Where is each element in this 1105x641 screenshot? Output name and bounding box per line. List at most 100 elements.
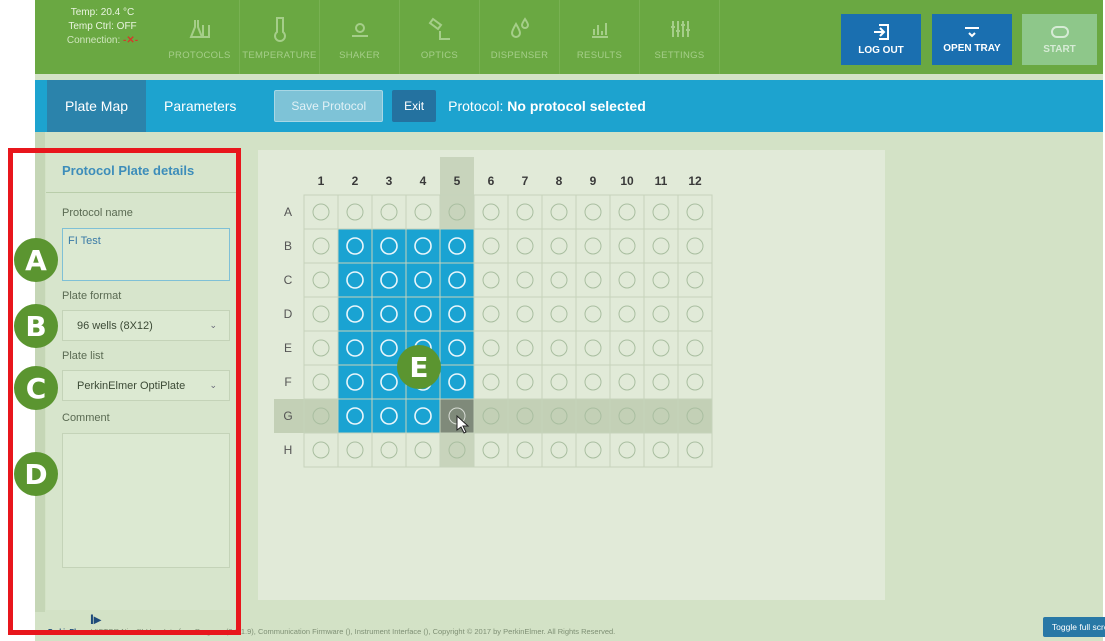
column-header[interactable]: 3 [386,174,393,188]
well-D12[interactable] [677,296,713,332]
nav-results[interactable]: RESULTS [560,0,640,74]
well-B1[interactable] [303,228,339,264]
well-B11[interactable] [643,228,679,264]
well-B5[interactable] [439,228,475,264]
column-header[interactable]: 2 [352,174,359,188]
column-header[interactable]: 9 [590,174,597,188]
row-header[interactable]: E [284,341,292,355]
well-B6[interactable] [473,228,509,264]
well-F1[interactable] [303,364,339,400]
column-header[interactable]: 11 [655,174,668,188]
open-tray-button[interactable]: OPEN TRAY [932,14,1012,65]
row-header[interactable]: G [283,409,292,423]
well-A7[interactable] [507,194,543,230]
well-H8[interactable] [541,432,577,468]
well-A2[interactable] [337,194,373,230]
plate-map[interactable]: 1 2 3 4 5 6 7 8 9 10 11 12ABCDEFGH [258,150,885,600]
row-header[interactable]: C [284,273,293,287]
well-E6[interactable] [473,330,509,366]
well-C3[interactable] [371,262,407,298]
column-header[interactable]: 4 [420,174,427,188]
well-E8[interactable] [541,330,577,366]
well-A11[interactable] [643,194,679,230]
well-A12[interactable] [677,194,713,230]
well-B7[interactable] [507,228,543,264]
well-H10[interactable] [609,432,645,468]
well-D4[interactable] [405,296,441,332]
start-button[interactable]: START [1022,14,1097,65]
row-header[interactable]: B [284,239,292,253]
row-header[interactable]: D [284,307,293,321]
well-H12[interactable] [677,432,713,468]
well-G2[interactable] [337,398,373,434]
well-H3[interactable] [371,432,407,468]
well-D7[interactable] [507,296,543,332]
well-H2[interactable] [337,432,373,468]
well-H6[interactable] [473,432,509,468]
well-F12[interactable] [677,364,713,400]
well-E12[interactable] [677,330,713,366]
well-E11[interactable] [643,330,679,366]
tab-plate-map[interactable]: Plate Map [47,80,147,132]
well-B4[interactable] [405,228,441,264]
well-F11[interactable] [643,364,679,400]
well-B12[interactable] [677,228,713,264]
row-header[interactable]: H [284,443,293,457]
column-header[interactable]: 8 [556,174,563,188]
exit-button[interactable]: Exit [392,90,437,122]
well-F2[interactable] [337,364,373,400]
well-E2[interactable] [337,330,373,366]
well-H11[interactable] [643,432,679,468]
well-C7[interactable] [507,262,543,298]
well-D10[interactable] [609,296,645,332]
column-header[interactable]: 5 [454,174,461,188]
well-A6[interactable] [473,194,509,230]
well-C1[interactable] [303,262,339,298]
well-D11[interactable] [643,296,679,332]
nav-settings[interactable]: SETTINGS [640,0,720,74]
well-C6[interactable] [473,262,509,298]
well-D1[interactable] [303,296,339,332]
well-F5[interactable] [439,364,475,400]
well-C2[interactable] [337,262,373,298]
well-H1[interactable] [303,432,339,468]
well-A10[interactable] [609,194,645,230]
well-F8[interactable] [541,364,577,400]
well-D3[interactable] [371,296,407,332]
well-C11[interactable] [643,262,679,298]
row-header[interactable]: A [284,205,292,219]
column-header[interactable]: 6 [488,174,495,188]
well-D8[interactable] [541,296,577,332]
save-protocol-button[interactable]: Save Protocol [274,90,384,122]
toggle-fullscreen-button[interactable]: Toggle full screen [1043,617,1105,637]
column-header[interactable]: 1 [318,174,325,188]
well-C10[interactable] [609,262,645,298]
well-E10[interactable] [609,330,645,366]
well-B9[interactable] [575,228,611,264]
well-A8[interactable] [541,194,577,230]
well-A9[interactable] [575,194,611,230]
well-E9[interactable] [575,330,611,366]
well-B3[interactable] [371,228,407,264]
well-C5[interactable] [439,262,475,298]
well-D6[interactable] [473,296,509,332]
well-G3[interactable] [371,398,407,434]
tab-parameters[interactable]: Parameters [146,80,254,132]
well-A3[interactable] [371,194,407,230]
nav-protocols[interactable]: PROTOCOLS [160,0,240,74]
nav-dispenser[interactable]: DISPENSER [480,0,560,74]
well-B10[interactable] [609,228,645,264]
well-D2[interactable] [337,296,373,332]
nav-optics[interactable]: OPTICS [400,0,480,74]
column-header[interactable]: 10 [620,174,634,188]
well-E1[interactable] [303,330,339,366]
well-H7[interactable] [507,432,543,468]
column-header[interactable]: 7 [522,174,529,188]
well-C9[interactable] [575,262,611,298]
well-A1[interactable] [303,194,339,230]
well-C4[interactable] [405,262,441,298]
well-D5[interactable] [439,296,475,332]
well-B2[interactable] [337,228,373,264]
well-F10[interactable] [609,364,645,400]
well-E5[interactable] [439,330,475,366]
